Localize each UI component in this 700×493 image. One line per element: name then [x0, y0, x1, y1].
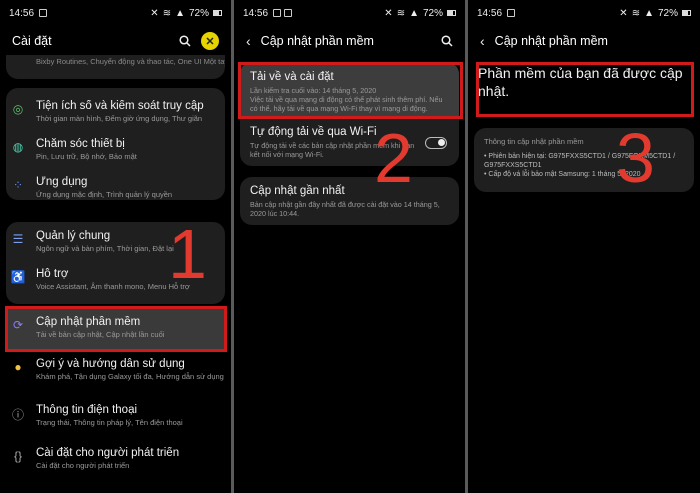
mute-icon: ✕ — [384, 7, 393, 19]
step-number-3: 3 — [616, 119, 655, 197]
highlight-box-2 — [238, 62, 463, 119]
update-info-card: Thông tin cập nhật phần mềm • Phiên bản … — [474, 128, 694, 192]
settings-item-tips[interactable]: ● Gợi ý và hướng dẫn sử dụng Khám phá, Tậ… — [6, 358, 225, 381]
battery-icon — [447, 10, 456, 16]
back-arrow-icon[interactable]: ‹ — [246, 33, 251, 49]
settings-screen: 14:56 ✕ ≋ ▲ 72% Cài đặt ✕ Bixby Routines… — [0, 0, 231, 493]
app-bar: ‹ Cập nhật phần mềm — [468, 30, 700, 52]
status-time: 14:56 — [243, 7, 269, 19]
braces-icon: {} — [13, 449, 22, 463]
notification-icon — [39, 9, 48, 17]
last-update-item[interactable]: Cập nhật gần nhất Bản cập nhật gần đây n… — [240, 177, 459, 225]
settings-item-device-care[interactable]: ◍ Chăm sóc thiết bị Pin, Lưu trữ, Bộ nhớ,… — [6, 138, 225, 161]
highlight-box-1 — [5, 306, 227, 352]
status-bar: 14:56 ✕ ≋ ▲ 72% — [234, 0, 465, 26]
apps-grid-icon: ⁘ — [12, 178, 24, 192]
page-title: Cập nhật phần mềm — [494, 34, 608, 48]
gallery-icon — [507, 9, 516, 17]
wifi-icon: ≋ — [162, 7, 172, 19]
battery-level: 72% — [657, 7, 678, 19]
notification-icon — [273, 9, 282, 17]
search-icon[interactable] — [179, 35, 191, 47]
settings-item-digital-wellbeing[interactable]: ◎ Tiện ích số và kiểm soát truy cập Thời … — [6, 100, 225, 123]
settings-group-1: ◎ Tiện ích số và kiểm soát truy cập Thời … — [6, 88, 225, 200]
battery-icon — [682, 10, 691, 16]
settings-item-developer-options[interactable]: {} Cài đặt cho người phát triển Cài đặt c… — [6, 447, 225, 470]
battery-level: 72% — [422, 7, 443, 19]
wifi-icon: ≋ — [631, 7, 641, 19]
battery-level: 72% — [188, 7, 209, 19]
signal-icon: ▲ — [644, 7, 654, 19]
status-bar: 14:56 ✕ ≋ ▲ 72% — [0, 0, 231, 26]
accessibility-icon: ♿ — [10, 270, 26, 284]
highlight-box-3 — [476, 62, 694, 117]
settings-item-about-phone[interactable]: ⓘ Thông tin điện thoại Trạng thái, Thông … — [6, 404, 225, 427]
signal-icon: ▲ — [175, 7, 185, 19]
list-item[interactable]: Bixby Routines, Chuyển động và thao tác,… — [6, 57, 225, 66]
step-number-1: 1 — [168, 215, 207, 293]
search-icon[interactable] — [441, 35, 453, 47]
software-update-screen: 14:56 ✕ ≋ ▲ 72% ‹ Cập nhật phần mềm Tải … — [234, 0, 465, 493]
app-bar: Cài đặt ✕ — [0, 30, 231, 52]
profile-avatar[interactable]: ✕ — [201, 32, 219, 50]
gallery-icon — [284, 9, 293, 17]
update-result-screen: 14:56 ✕ ≋ ▲ 72% ‹ Cập nhật phần mềm Phần… — [468, 0, 700, 493]
status-bar: 14:56 ✕ ≋ ▲ 72% — [468, 0, 700, 26]
auto-download-toggle[interactable] — [425, 137, 447, 149]
back-arrow-icon[interactable]: ‹ — [480, 33, 485, 49]
info-icon: ⓘ — [11, 408, 24, 422]
partial-card: Bixby Routines, Chuyển động và thao tác,… — [6, 55, 225, 79]
wifi-icon: ≋ — [396, 7, 406, 19]
tutorial-collage: 14:56 ✕ ≋ ▲ 72% Cài đặt ✕ Bixby Routines… — [0, 0, 700, 493]
mute-icon: ✕ — [619, 7, 628, 19]
battery-icon — [213, 10, 222, 16]
refresh-ring-icon: ◍ — [12, 140, 24, 154]
app-bar: ‹ Cập nhật phần mềm — [234, 30, 465, 52]
page-title: Cập nhật phần mềm — [260, 34, 374, 48]
step-number-2: 2 — [374, 119, 413, 197]
settings-item-apps[interactable]: ⁘ Ứng dụng Ứng dụng mặc định, Trình quản … — [6, 176, 225, 199]
sliders-icon: ☰ — [12, 232, 24, 246]
mute-icon: ✕ — [150, 7, 159, 19]
status-time: 14:56 — [9, 7, 35, 19]
signal-icon: ▲ — [409, 7, 419, 19]
bulb-icon: ● — [14, 360, 22, 374]
circle-ring-icon: ◎ — [12, 102, 24, 116]
page-title: Cài đặt — [12, 34, 52, 48]
status-time: 14:56 — [477, 7, 503, 19]
